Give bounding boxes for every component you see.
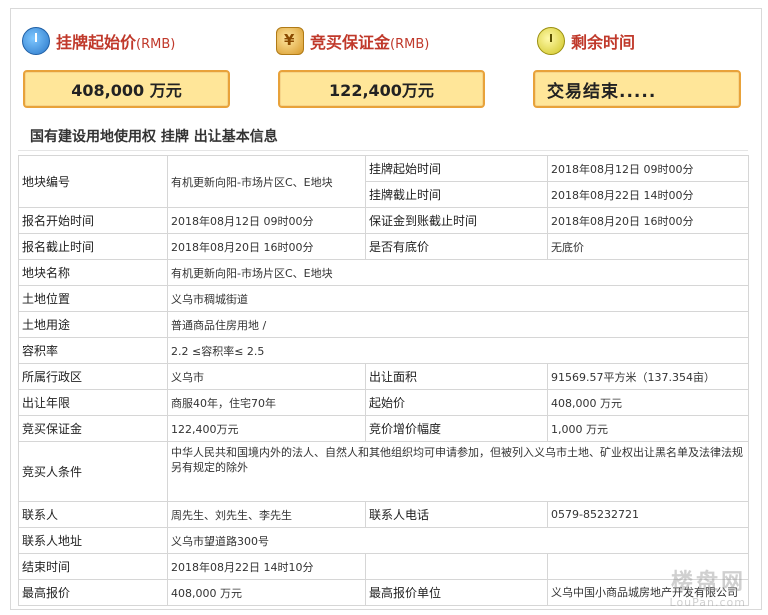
cell-value: 中华人民共和国境内外的法人、自然人和其他组织均可申请参加，但被列入义乌市土地、矿… [167,441,749,502]
cell-value: 2018年08月20日 16时00分 [167,233,366,260]
cell-value: 0579-85232721 [547,501,749,528]
cell-value: 408,000 万元 [547,389,749,416]
cell-key: 出让面积 [365,363,548,390]
remaining-time-value: 交易结束..... [533,70,741,108]
deposit-value: 122,400万元 [278,70,485,108]
table-row: 容积率 2.2 ≤容积率≤ 2.5 [18,337,749,364]
cell-key: 土地用途 [18,311,168,338]
cell-value: 周先生、刘先生、李先生 [167,501,366,528]
deposit-header: 竞买保证金(RMB) [276,26,429,56]
cell-value: 无底价 [547,233,749,260]
cell-key: 挂牌起始时间 [365,155,548,182]
clock-icon [22,27,50,55]
start-price-label: 挂牌起始价(RMB) [56,33,176,52]
cell-empty [365,553,548,580]
table-row: 土地位置 义乌市稠城街道 [18,285,749,312]
cell-value: 普通商品住房用地 / [167,311,749,338]
money-bag-icon [276,27,304,55]
table-row: 报名截止时间 2018年08月20日 16时00分 是否有底价 无底价 [18,233,749,260]
alarm-clock-icon [537,27,565,55]
cell-key: 最高报价单位 [365,579,548,606]
cell-value: 91569.57平方米（137.354亩） [547,363,749,390]
watermark-text: 楼盘网 [670,570,746,595]
cell-value: 2018年08月22日 14时00分 [547,181,749,208]
cell-key: 保证金到账截止时间 [365,207,548,234]
cell-key: 最高报价 [18,579,168,606]
cell-key: 土地位置 [18,285,168,312]
cell-value: 商服40年，住宅70年 [167,389,366,416]
cell-key: 竞买人条件 [18,441,168,502]
start-price-value: 408,000 万元 [23,70,230,108]
cell-value: 2018年08月12日 09时00分 [167,207,366,234]
cell-value: 2.2 ≤容积率≤ 2.5 [167,337,749,364]
cell-value: 122,400万元 [167,415,366,442]
cell-value: 义乌市 [167,363,366,390]
cell-key: 挂牌截止时间 [365,181,548,208]
table-row: 出让年限 商服40年，住宅70年 起始价 408,000 万元 [18,389,749,416]
table-row: 竞买人条件 中华人民共和国境内外的法人、自然人和其他组织均可申请参加，但被列入义… [18,441,749,502]
cell-key: 报名开始时间 [18,207,168,234]
remaining-time-header: 剩余时间 [537,26,635,56]
cell-key: 联系人 [18,501,168,528]
cell-key: 起始价 [365,389,548,416]
cell-key: 是否有底价 [365,233,548,260]
table-row: 土地用途 普通商品住房用地 / [18,311,749,338]
land-info-table: 地块编号 有机更新向阳-市场片区C、E地块 挂牌起始时间 2018年08月12日… [18,155,749,606]
cell-value: 2018年08月20日 16时00分 [547,207,749,234]
section-title: 国有建设用地使用权 挂牌 出让基本信息 [30,129,278,145]
cell-key: 出让年限 [18,389,168,416]
start-price-header: 挂牌起始价(RMB) [22,26,175,56]
divider [18,150,748,151]
table-row: 所属行政区 义乌市 出让面积 91569.57平方米（137.354亩） [18,363,749,390]
deposit-label: 竞买保证金(RMB) [310,33,430,52]
cell-value: 有机更新向阳-市场片区C、E地块 [167,259,749,286]
cell-value: 408,000 万元 [167,579,366,606]
cell-key: 所属行政区 [18,363,168,390]
cell-key: 联系人电话 [365,501,548,528]
cell-value: 2018年08月12日 09时00分 [547,155,749,182]
cell-key: 结束时间 [18,553,168,580]
cell-key: 地块编号 [18,155,168,208]
table-row: 地块编号 有机更新向阳-市场片区C、E地块 挂牌起始时间 2018年08月12日… [18,155,749,208]
table-row: 结束时间 2018年08月22日 14时10分 [18,553,749,580]
table-row: 最高报价 408,000 万元 最高报价单位 义乌中国小商品城房地产开发有限公司 [18,579,749,606]
cell-value: 义乌市稠城街道 [167,285,749,312]
cell-key: 容积率 [18,337,168,364]
table-row: 报名开始时间 2018年08月12日 09时00分 保证金到账截止时间 2018… [18,207,749,234]
table-row: 联系人地址 义乌市望道路300号 [18,527,749,554]
remaining-time-label: 剩余时间 [571,33,636,52]
cell-key: 竞买保证金 [18,415,168,442]
table-row: 地块名称 有机更新向阳-市场片区C、E地块 [18,259,749,286]
cell-value: 1,000 万元 [547,415,749,442]
cell-value: 义乌市望道路300号 [167,527,749,554]
watermark-url: LouPan.com [669,596,746,609]
cell-key: 竞价增价幅度 [365,415,548,442]
table-row: 联系人 周先生、刘先生、李先生 联系人电话 0579-85232721 [18,501,749,528]
cell-key: 地块名称 [18,259,168,286]
cell-value: 有机更新向阳-市场片区C、E地块 [167,155,366,208]
cell-value: 2018年08月22日 14时10分 [167,553,366,580]
table-row: 竞买保证金 122,400万元 竞价增价幅度 1,000 万元 [18,415,749,442]
cell-key: 联系人地址 [18,527,168,554]
watermark: 楼盘网 LouPan.com [670,564,746,609]
cell-key: 报名截止时间 [18,233,168,260]
